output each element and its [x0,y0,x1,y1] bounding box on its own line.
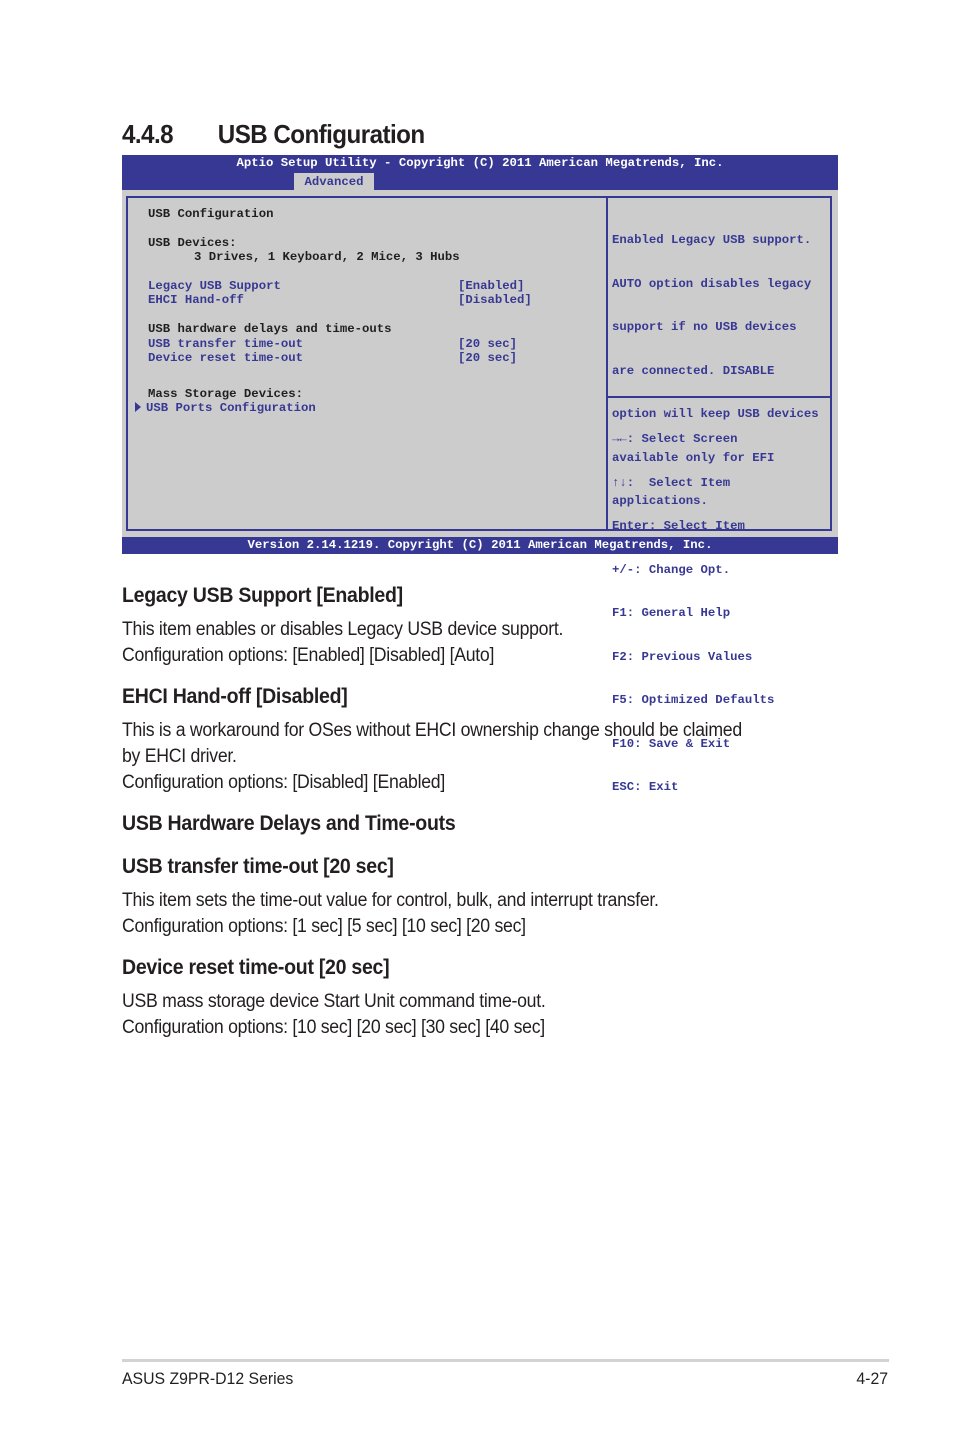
key-select-screen: →←: Select Screen [612,432,738,446]
bios-main-heading: USB Configuration [148,207,274,221]
item-heading-transfer-timeout: USB transfer time-out [20 sec] [122,855,394,878]
bios-title-bar: Aptio Setup Utility - Copyright (C) 2011… [122,155,838,190]
key-f1: F1: General Help [612,606,731,620]
item-text: This item sets the time-out value for co… [122,890,659,911]
footer-divider [122,1359,889,1362]
item-text: This is a workaround for OSes without EH… [122,720,742,741]
help-line: Enabled Legacy USB support. [612,233,812,247]
item-text: Configuration options: [10 sec] [20 sec]… [122,1017,545,1038]
bios-panel-divider [606,198,608,529]
usb-transfer-timeout-value[interactable]: [20 sec] [458,337,517,351]
usb-devices-label: USB Devices: [148,236,237,250]
submenu-arrow-icon [135,402,141,412]
item-text: Configuration options: [Enabled] [Disabl… [122,645,495,666]
key-esc: ESC: Exit [612,780,679,794]
item-text: Configuration options: [1 sec] [5 sec] [… [122,916,526,937]
mass-storage-label: Mass Storage Devices: [148,387,303,401]
device-reset-timeout-item[interactable]: Device reset time-out [148,351,303,365]
usb-transfer-timeout-item[interactable]: USB transfer time-out [148,337,303,351]
bios-main-frame: USB Configuration USB Devices: 3 Drives,… [126,196,832,794]
ehci-hand-off-value[interactable]: [Disabled] [458,293,532,307]
section-title-text: USB Configuration [217,119,425,149]
item-text: USB mass storage device Start Unit comma… [122,991,546,1012]
item-heading-delays: USB Hardware Delays and Time-outs [122,812,456,835]
footer-product: ASUS Z9PR-D12 Series [122,1369,294,1388]
key-enter: Enter: Select Item [612,519,745,533]
legacy-usb-support-item[interactable]: Legacy USB Support [148,279,281,293]
tab-advanced[interactable]: Advanced [294,173,374,190]
item-text: by EHCI driver. [122,746,237,767]
delays-heading: USB hardware delays and time-outs [148,322,392,336]
item-text: Configuration options: [Disabled] [Enabl… [122,772,445,793]
item-heading-reset-timeout: Device reset time-out [20 sec] [122,956,390,979]
key-f2: F2: Previous Values [612,649,753,664]
key-change-opt: +/-: Change Opt. [612,562,731,577]
bios-screenshot: Aptio Setup Utility - Copyright (C) 2011… [122,155,838,794]
usb-devices-value: 3 Drives, 1 Keyboard, 2 Mice, 3 Hubs [194,250,460,264]
help-line: AUTO option disables legacy [612,276,812,291]
help-line: are connected. DISABLE [612,363,775,378]
usb-ports-configuration-submenu[interactable]: USB Ports Configuration [146,401,316,415]
bios-key-legend: →←: Select Screen ↑↓: Select Item Enter:… [612,403,774,824]
ehci-hand-off-item[interactable]: EHCI Hand-off [148,293,244,307]
key-select-item: ↑↓: Select Item [612,475,731,490]
legacy-usb-support-value[interactable]: [Enabled] [458,279,524,293]
item-text: This item enables or disables Legacy USB… [122,619,564,640]
footer-page-number: 4-27 [856,1369,888,1388]
item-heading-legacy-usb: Legacy USB Support [Enabled] [122,584,403,607]
key-f5: F5: Optimized Defaults [612,693,775,707]
bios-title-text: Aptio Setup Utility - Copyright (C) 2011… [236,156,724,170]
device-reset-timeout-value[interactable]: [20 sec] [458,351,517,365]
section-number: 4.4.8 [122,119,174,149]
item-heading-ehci: EHCI Hand-off [Disabled] [122,685,348,708]
bios-version-bar: Version 2.14.1219. Copyright (C) 2011 Am… [122,537,838,554]
help-line: support if no USB devices [612,320,797,334]
section-title: 4.4.8 USB Configuration [122,119,425,150]
